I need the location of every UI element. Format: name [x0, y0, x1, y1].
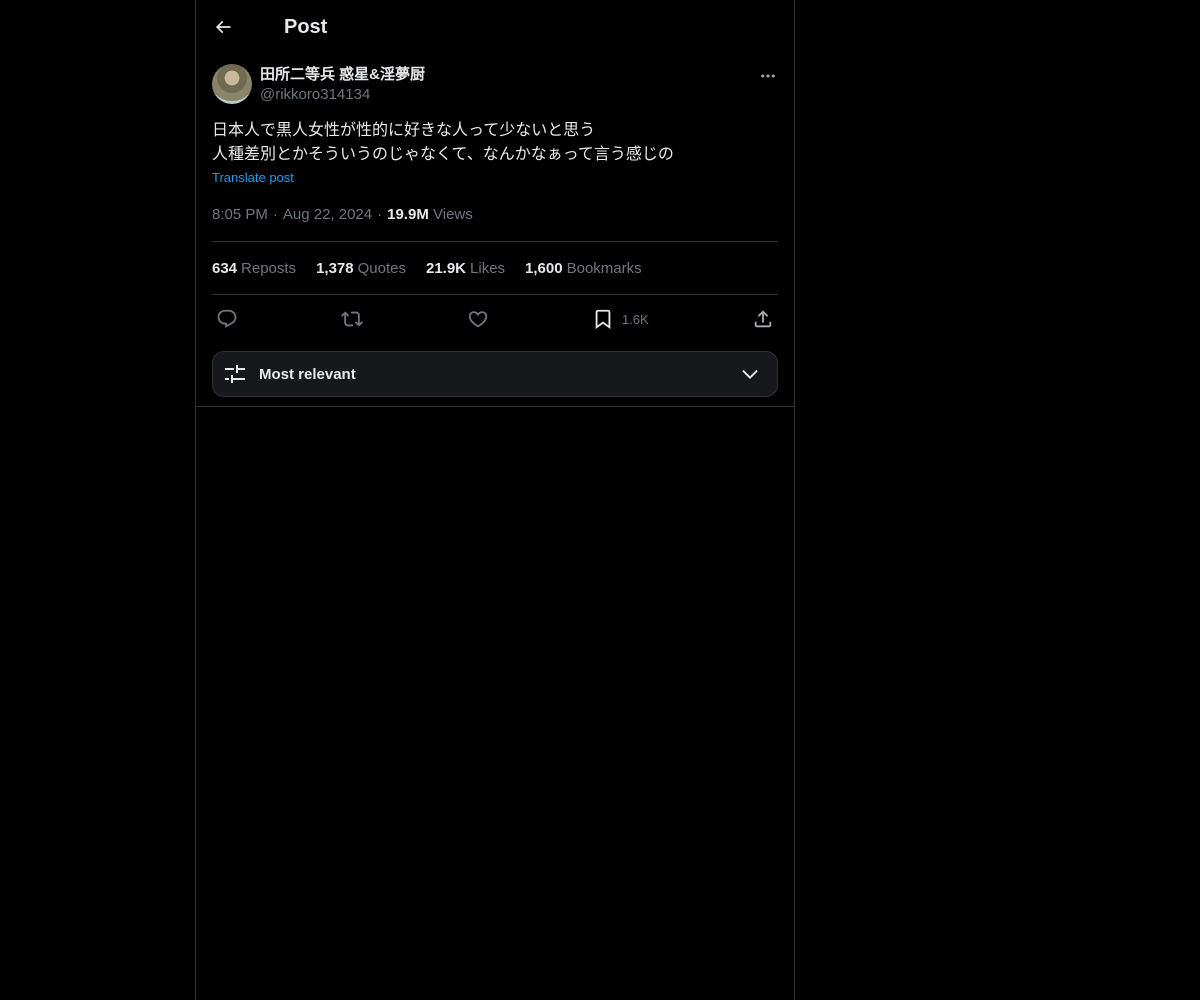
meta-separator: · [377, 206, 383, 223]
likes-label: Likes [470, 259, 506, 277]
bookmarks-count: 1,600 [525, 259, 563, 277]
post-meta: 8:05 PM · Aug 22, 2024 · 19.9M Views [212, 205, 778, 242]
reply-sort-dropdown[interactable]: Most relevant [212, 351, 778, 397]
like-button[interactable] [467, 308, 489, 330]
repost-icon [341, 311, 364, 327]
author-row: 田所二等兵 惑星&淫夢厨 @rikkoro314134 [212, 64, 778, 105]
bookmark-icon [595, 309, 611, 330]
more-horizontal-icon [761, 74, 775, 78]
likes-stat[interactable]: 21.9K Likes [426, 260, 505, 277]
share-icon [754, 310, 772, 328]
action-bar: 1.6K [212, 295, 778, 343]
engagement-stats: 634 Reposts 1,378 Quotes 21.9K Likes 1,600 B… [212, 242, 778, 295]
page-title: Post [284, 15, 328, 38]
reposts-count: 634 [212, 259, 238, 277]
post-text-line: 日本人で黒人女性が性的に好きな人って少ないと思う [212, 122, 596, 139]
bookmark-button[interactable]: 1.6K [592, 308, 649, 330]
sliders-icon [225, 365, 245, 383]
arrow-left-icon [215, 20, 231, 34]
reposts-label: Reposts [241, 259, 297, 277]
likes-count: 21.9K [425, 259, 467, 277]
author-names: 田所二等兵 惑星&淫夢厨 @rikkoro314134 [260, 65, 425, 105]
back-button[interactable] [212, 16, 234, 38]
sort-left: Most relevant [223, 362, 356, 386]
author-display-name[interactable]: 田所二等兵 惑星&淫夢厨 [260, 65, 425, 85]
post-date[interactable]: Aug 22, 2024 [283, 206, 372, 223]
quotes-label: Quotes [357, 259, 406, 277]
repost-button[interactable] [341, 308, 364, 330]
post-time[interactable]: 8:05 PM [212, 206, 268, 223]
quotes-stat[interactable]: 1,378 Quotes [316, 260, 406, 277]
sort-label: Most relevant [259, 365, 356, 383]
bookmark-count: 1.6K [621, 311, 649, 327]
main-column: Post 田所二等兵 惑星&淫夢厨 @rikkoro314134 日本人で黒人女… [195, 0, 795, 1000]
views-label: Views [433, 206, 473, 223]
bookmarks-label: Bookmarks [566, 259, 642, 277]
views-count: 19.9M [387, 206, 429, 223]
page-header: Post [196, 0, 794, 54]
reposts-stat[interactable]: 634 Reposts [212, 260, 296, 277]
more-options-button[interactable] [758, 66, 778, 86]
section-divider [196, 406, 794, 407]
avatar[interactable] [212, 64, 252, 104]
quotes-count: 1,378 [316, 259, 354, 277]
bookmarks-stat[interactable]: 1,600 Bookmarks [525, 260, 642, 277]
reply-icon [217, 309, 237, 328]
heart-icon [468, 311, 487, 328]
chevron-down-icon [742, 369, 758, 379]
post-detail: 田所二等兵 惑星&淫夢厨 @rikkoro314134 日本人で黒人女性が性的に… [196, 54, 794, 407]
share-button[interactable] [752, 308, 774, 330]
reply-button[interactable] [216, 308, 238, 330]
post-text: 日本人で黒人女性が性的に好きな人って少ないと思う 人種差別とかそういうのじゃなく… [212, 119, 778, 167]
author-handle[interactable]: @rikkoro314134 [260, 85, 425, 105]
post-text-line: 人種差別とかそういうのじゃなくて、なんかなぁって言う感じの [212, 146, 674, 163]
meta-separator: · [272, 206, 278, 223]
translate-post-link[interactable]: Translate post [212, 167, 294, 189]
